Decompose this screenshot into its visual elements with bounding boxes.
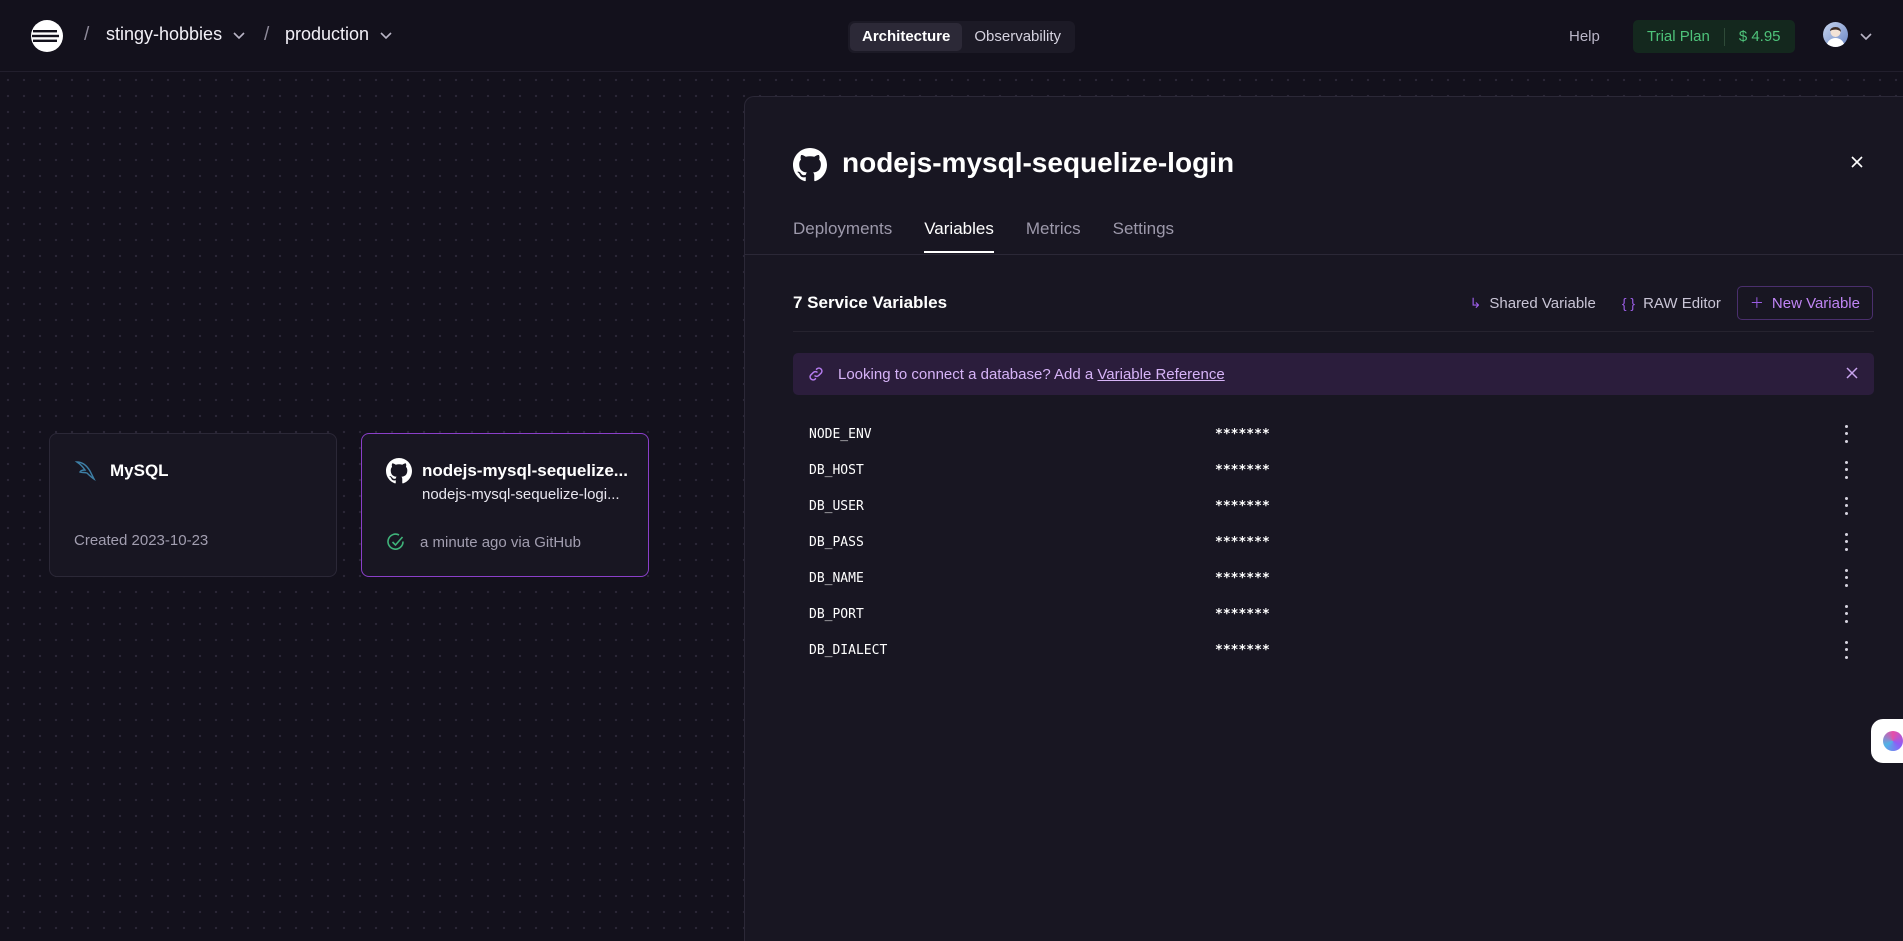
avatar-image-icon bbox=[1826, 27, 1845, 47]
variable-row[interactable]: NODE_ENV ******* bbox=[793, 416, 1874, 452]
variable-value[interactable]: ******* bbox=[1215, 535, 1270, 550]
more-options-icon[interactable] bbox=[1838, 495, 1854, 517]
service-subtitle: nodejs-mysql-sequelize-logi... bbox=[422, 486, 620, 503]
service-footer: a minute ago via GitHub bbox=[386, 532, 581, 552]
tab-metrics[interactable]: Metrics bbox=[1026, 219, 1081, 253]
variable-row[interactable]: DB_HOST ******* bbox=[793, 452, 1874, 488]
deploy-status-text: a minute ago via GitHub bbox=[420, 533, 581, 551]
shared-variable-button[interactable]: ↳ Shared Variable bbox=[1460, 286, 1606, 320]
service-card-mysql[interactable]: MySQL Created 2023-10-23 bbox=[49, 433, 337, 577]
help-assistant-bubble[interactable] bbox=[1871, 719, 1903, 763]
environment-name: production bbox=[285, 24, 370, 44]
variable-name: NODE_ENV bbox=[809, 426, 872, 442]
project-selector[interactable]: stingy-hobbies bbox=[106, 24, 246, 45]
plan-balance: $ 4.95 bbox=[1738, 28, 1781, 45]
variable-row[interactable]: DB_NAME ******* bbox=[793, 560, 1874, 596]
user-avatar[interactable] bbox=[1823, 22, 1848, 47]
raw-editor-label: RAW Editor bbox=[1643, 294, 1721, 312]
variable-row[interactable]: DB_PASS ******* bbox=[793, 524, 1874, 560]
variable-value[interactable]: ******* bbox=[1215, 463, 1270, 478]
breadcrumb-separator: / bbox=[264, 24, 270, 45]
plan-label: Trial Plan bbox=[1647, 28, 1710, 45]
tab-architecture[interactable]: Architecture bbox=[850, 23, 963, 51]
view-switcher: Architecture Observability bbox=[848, 21, 1076, 53]
corner-arrow-icon: ↳ bbox=[1469, 294, 1482, 311]
shared-variable-label: Shared Variable bbox=[1489, 294, 1596, 312]
more-options-icon[interactable] bbox=[1838, 531, 1854, 553]
help-link[interactable]: Help bbox=[1569, 28, 1600, 45]
more-options-icon[interactable] bbox=[1838, 459, 1854, 481]
service-detail-panel: nodejs-mysql-sequelize-login Deployments… bbox=[744, 96, 1903, 941]
close-icon[interactable] bbox=[1846, 367, 1858, 379]
variable-row[interactable]: DB_DIALECT ******* bbox=[793, 632, 1874, 668]
service-created-text: Created 2023-10-23 bbox=[74, 532, 209, 549]
new-variable-button[interactable]: ＋ New Variable bbox=[1736, 286, 1873, 320]
banner-message: Looking to connect a database? Add a bbox=[838, 365, 1094, 383]
github-icon bbox=[386, 458, 412, 484]
variable-name: DB_PORT bbox=[809, 606, 864, 622]
plus-icon: ＋ bbox=[1749, 295, 1764, 311]
variables-count-heading: 7 Service Variables bbox=[793, 293, 948, 312]
breadcrumb-separator: / bbox=[84, 24, 90, 45]
github-icon bbox=[793, 148, 827, 182]
variable-reference-banner: Looking to connect a database? Add a Var… bbox=[793, 353, 1874, 395]
tabs-divider bbox=[745, 254, 1903, 255]
variables-actions: ↳ Shared Variable { } RAW Editor ＋ New V… bbox=[1460, 286, 1873, 320]
variable-name: DB_USER bbox=[809, 498, 864, 514]
tab-variables[interactable]: Variables bbox=[924, 219, 994, 253]
variable-value[interactable]: ******* bbox=[1215, 571, 1270, 586]
new-variable-label: New Variable bbox=[1771, 294, 1860, 312]
tab-settings[interactable]: Settings bbox=[1113, 219, 1174, 253]
variable-name: DB_DIALECT bbox=[809, 642, 888, 658]
service-title: MySQL bbox=[110, 461, 169, 480]
raw-editor-button[interactable]: { } RAW Editor bbox=[1612, 286, 1731, 320]
service-footer: Created 2023-10-23 bbox=[74, 532, 208, 549]
variable-value[interactable]: ******* bbox=[1215, 607, 1270, 622]
dolphin-icon bbox=[74, 461, 96, 482]
variable-name: DB_PASS bbox=[809, 534, 864, 550]
assistant-icon bbox=[1883, 731, 1903, 751]
more-options-icon[interactable] bbox=[1838, 423, 1854, 445]
variables-divider bbox=[793, 331, 1874, 332]
braces-icon: { } bbox=[1621, 295, 1636, 311]
more-options-icon[interactable] bbox=[1838, 567, 1854, 589]
banner-text: Looking to connect a database? Add a Var… bbox=[838, 366, 1225, 383]
chevron-down-icon bbox=[380, 31, 392, 39]
check-circle-icon bbox=[387, 533, 404, 550]
service-card-nodejs[interactable]: nodejs-mysql-sequelize... nodejs-mysql-s… bbox=[361, 433, 649, 577]
variable-row[interactable]: DB_USER ******* bbox=[793, 488, 1874, 524]
variable-value[interactable]: ******* bbox=[1215, 427, 1270, 442]
project-name: stingy-hobbies bbox=[106, 24, 223, 44]
variable-value[interactable]: ******* bbox=[1215, 499, 1270, 514]
chevron-down-icon[interactable] bbox=[1859, 29, 1873, 43]
variable-row[interactable]: DB_PORT ******* bbox=[793, 596, 1874, 632]
tab-deployments[interactable]: Deployments bbox=[793, 219, 892, 253]
variable-name: DB_NAME bbox=[809, 570, 864, 586]
railway-logo-icon[interactable] bbox=[30, 19, 64, 53]
plan-badge[interactable]: Trial Plan $ 4.95 bbox=[1633, 20, 1795, 53]
service-title: nodejs-mysql-sequelize... bbox=[422, 461, 628, 480]
top-navigation-bar: / stingy-hobbies / production Architectu… bbox=[0, 0, 1903, 72]
chevron-down-icon bbox=[233, 31, 245, 39]
variable-value[interactable]: ******* bbox=[1215, 643, 1270, 658]
variable-reference-link[interactable]: Variable Reference bbox=[1097, 366, 1224, 383]
more-options-icon[interactable] bbox=[1838, 639, 1854, 661]
environment-selector[interactable]: production bbox=[285, 24, 393, 45]
close-icon[interactable] bbox=[1850, 155, 1864, 169]
link-icon bbox=[809, 367, 823, 381]
variable-name: DB_HOST bbox=[809, 462, 864, 478]
tab-observability[interactable]: Observability bbox=[962, 23, 1073, 51]
panel-tabs: Deployments Variables Metrics Settings bbox=[793, 219, 1174, 253]
more-options-icon[interactable] bbox=[1838, 603, 1854, 625]
panel-title: nodejs-mysql-sequelize-login bbox=[842, 147, 1235, 178]
